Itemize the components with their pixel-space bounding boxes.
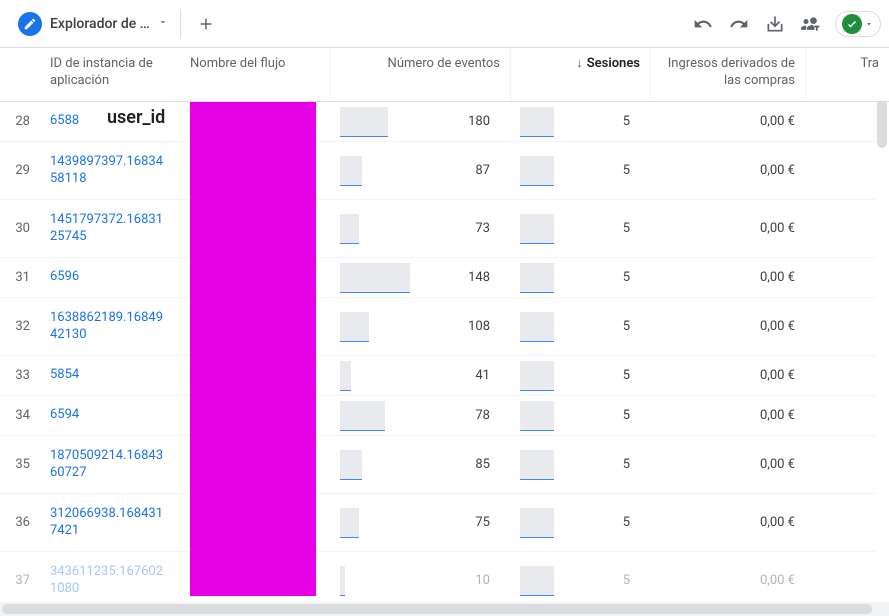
row-index: 37 — [0, 567, 40, 594]
status-indicator[interactable] — [835, 11, 881, 37]
revenue-cell: 0,00 € — [650, 451, 805, 478]
revenue-cell: 0,00 € — [650, 157, 805, 184]
instance-id[interactable]: 6596 — [40, 263, 180, 292]
revenue-cell: 0,00 € — [650, 402, 805, 429]
sessions-cell: 5 — [510, 567, 650, 594]
horizontal-scrollbar[interactable] — [0, 602, 889, 616]
row-index: 31 — [0, 264, 40, 291]
row-index: 35 — [0, 451, 40, 478]
share-button[interactable] — [793, 6, 829, 42]
table-row[interactable]: 335854 4150,00 € — [0, 356, 889, 396]
toolbar: Explorador de ... — [0, 0, 889, 48]
sessions-cell: 5 — [510, 264, 650, 291]
revenue-cell: 0,00 € — [650, 108, 805, 135]
table-body: user_id 28658818050,00 €291439897397.168… — [0, 102, 889, 596]
revenue-cell: 0,00 € — [650, 362, 805, 389]
download-button[interactable] — [757, 6, 793, 42]
redo-button[interactable] — [721, 6, 757, 42]
events-cell: 10 — [330, 567, 510, 594]
col-events[interactable]: Número de eventos — [330, 48, 510, 101]
events-cell: 180 — [330, 108, 510, 135]
sessions-cell: 5 — [510, 362, 650, 389]
events-cell: 73 — [330, 215, 510, 242]
tab-title: Explorador de ... — [50, 16, 150, 32]
edit-icon — [18, 12, 42, 36]
sort-desc-icon: ↓ — [576, 56, 583, 73]
row-index: 34 — [0, 402, 40, 429]
col-revenue[interactable]: Ingresos derivados de las compras — [650, 48, 805, 101]
col-index — [0, 48, 40, 101]
sessions-cell: 5 — [510, 402, 650, 429]
instance-id[interactable]: 312066938.1684317421 — [40, 500, 180, 546]
row-index: 28 — [0, 108, 40, 135]
row-index: 29 — [0, 157, 40, 184]
sessions-cell: 5 — [510, 108, 650, 135]
col-transactions[interactable]: Tra — [805, 48, 889, 101]
revenue-cell: 0,00 € — [650, 509, 805, 536]
table-row[interactable]: 321638862189.1684942130 10850,00 € — [0, 298, 889, 356]
col-id[interactable]: ID de instancia de aplicación — [40, 48, 180, 101]
table-row[interactable]: 291439897397.1683458118 8750,00 € — [0, 142, 889, 200]
col-sessions[interactable]: ↓Sesiones — [510, 48, 650, 101]
vertical-scrollbar[interactable] — [875, 48, 889, 602]
sessions-cell: 5 — [510, 313, 650, 340]
row-index: 36 — [0, 509, 40, 536]
table-row[interactable]: 37343611235.1676021080 1050,00 € — [0, 552, 889, 596]
sessions-cell: 5 — [510, 157, 650, 184]
sessions-cell: 5 — [510, 215, 650, 242]
data-table: ID de instancia de aplicación Nombre del… — [0, 48, 889, 596]
table-row[interactable]: 346594 7850,00 € — [0, 396, 889, 436]
check-icon — [842, 14, 862, 34]
events-cell: 41 — [330, 362, 510, 389]
sessions-cell: 5 — [510, 509, 650, 536]
col-flow[interactable]: Nombre del flujo — [180, 48, 330, 101]
undo-button[interactable] — [685, 6, 721, 42]
instance-id[interactable]: 1451797372.1683125745 — [40, 206, 180, 252]
table-row[interactable]: 301451797372.1683125745 7350,00 € — [0, 200, 889, 258]
instance-id[interactable]: 1439897397.1683458118 — [40, 148, 180, 194]
revenue-cell: 0,00 € — [650, 567, 805, 594]
events-cell: 85 — [330, 451, 510, 478]
chevron-down-icon — [864, 19, 874, 29]
row-index: 30 — [0, 215, 40, 242]
redaction-overlay — [190, 102, 316, 596]
events-cell: 75 — [330, 509, 510, 536]
events-cell: 108 — [330, 313, 510, 340]
events-cell: 78 — [330, 402, 510, 429]
table-row[interactable]: 316596 14850,00 € — [0, 258, 889, 298]
chevron-down-icon — [158, 16, 168, 31]
instance-id[interactable]: 6594 — [40, 401, 180, 430]
table-row[interactable]: 36312066938.1684317421 7550,00 € — [0, 494, 889, 552]
instance-id[interactable]: 1638862189.1684942130 — [40, 304, 180, 350]
instance-id[interactable]: 1870509214.1684360727 — [40, 442, 180, 488]
instance-id[interactable]: 5854 — [40, 361, 180, 390]
events-cell: 87 — [330, 157, 510, 184]
row-index: 33 — [0, 362, 40, 389]
instance-id[interactable]: 343611235.1676021080 — [40, 558, 180, 596]
user-id-annotation: user_id — [105, 107, 167, 128]
table-header: ID de instancia de aplicación Nombre del… — [0, 48, 889, 102]
add-tab-button[interactable] — [186, 4, 226, 44]
sessions-cell: 5 — [510, 451, 650, 478]
current-tab[interactable]: Explorador de ... — [8, 6, 178, 42]
revenue-cell: 0,00 € — [650, 215, 805, 242]
row-index: 32 — [0, 313, 40, 340]
table-row[interactable]: 351870509214.1684360727 8550,00 € — [0, 436, 889, 494]
revenue-cell: 0,00 € — [650, 264, 805, 291]
revenue-cell: 0,00 € — [650, 313, 805, 340]
events-cell: 148 — [330, 264, 510, 291]
